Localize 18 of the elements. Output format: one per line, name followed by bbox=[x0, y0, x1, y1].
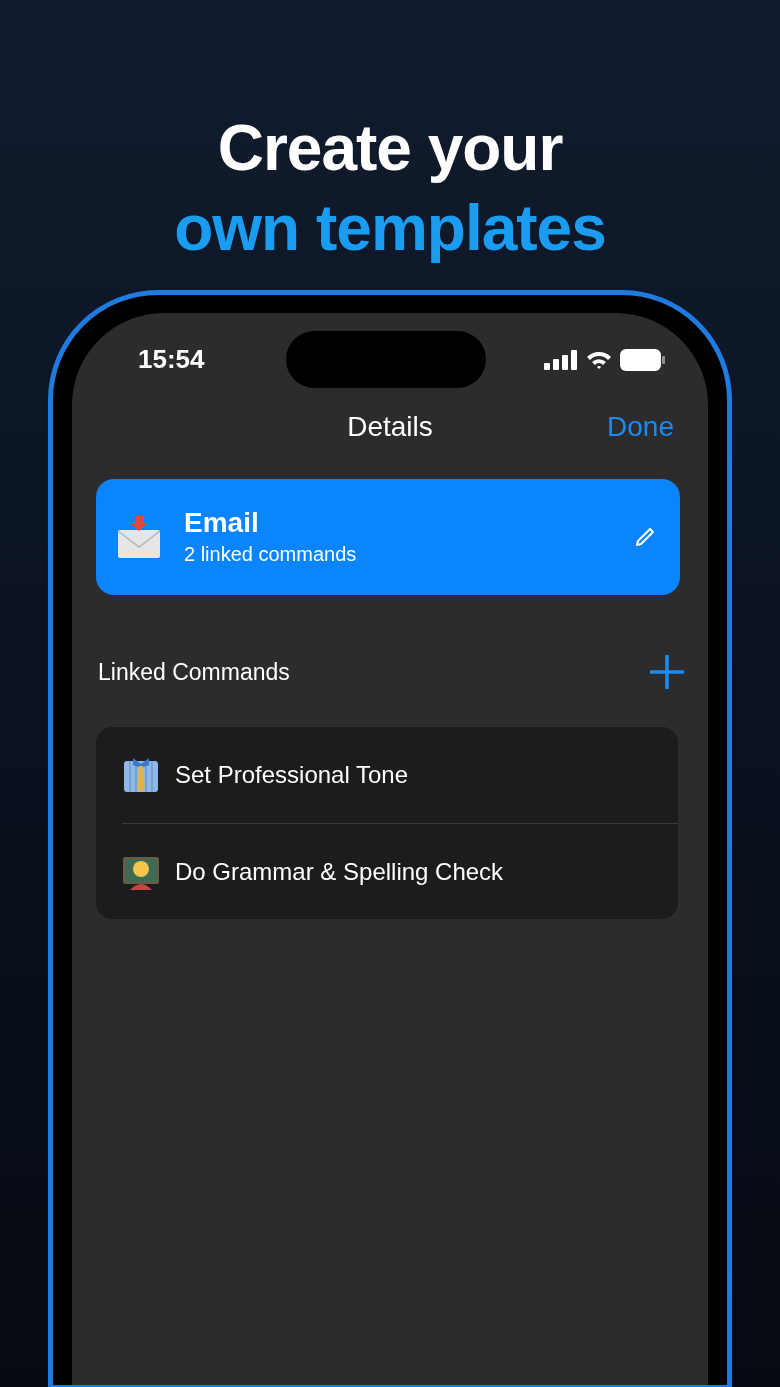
template-subtitle: 2 linked commands bbox=[184, 542, 358, 567]
shirt-tie-icon bbox=[122, 756, 160, 794]
template-card[interactable]: Email 2 linked commands bbox=[96, 479, 680, 595]
status-time: 15:54 bbox=[138, 343, 206, 376]
edit-icon[interactable] bbox=[634, 526, 656, 548]
done-button[interactable]: Done bbox=[607, 406, 674, 448]
envelope-icon bbox=[116, 514, 162, 560]
battery-icon bbox=[620, 347, 666, 372]
section-title: Linked Commands bbox=[98, 657, 290, 687]
signal-icon bbox=[544, 349, 578, 370]
command-item[interactable]: Set Professional Tone bbox=[175, 757, 409, 793]
command-item[interactable]: Do Grammar & Spelling Check bbox=[175, 853, 504, 890]
headline: own templates bbox=[174, 191, 606, 266]
wifi-icon bbox=[586, 349, 612, 370]
headline: Create your bbox=[217, 111, 563, 186]
template-title: Email bbox=[184, 506, 260, 540]
add-icon[interactable] bbox=[650, 655, 684, 689]
nav-title: Details bbox=[347, 410, 433, 444]
